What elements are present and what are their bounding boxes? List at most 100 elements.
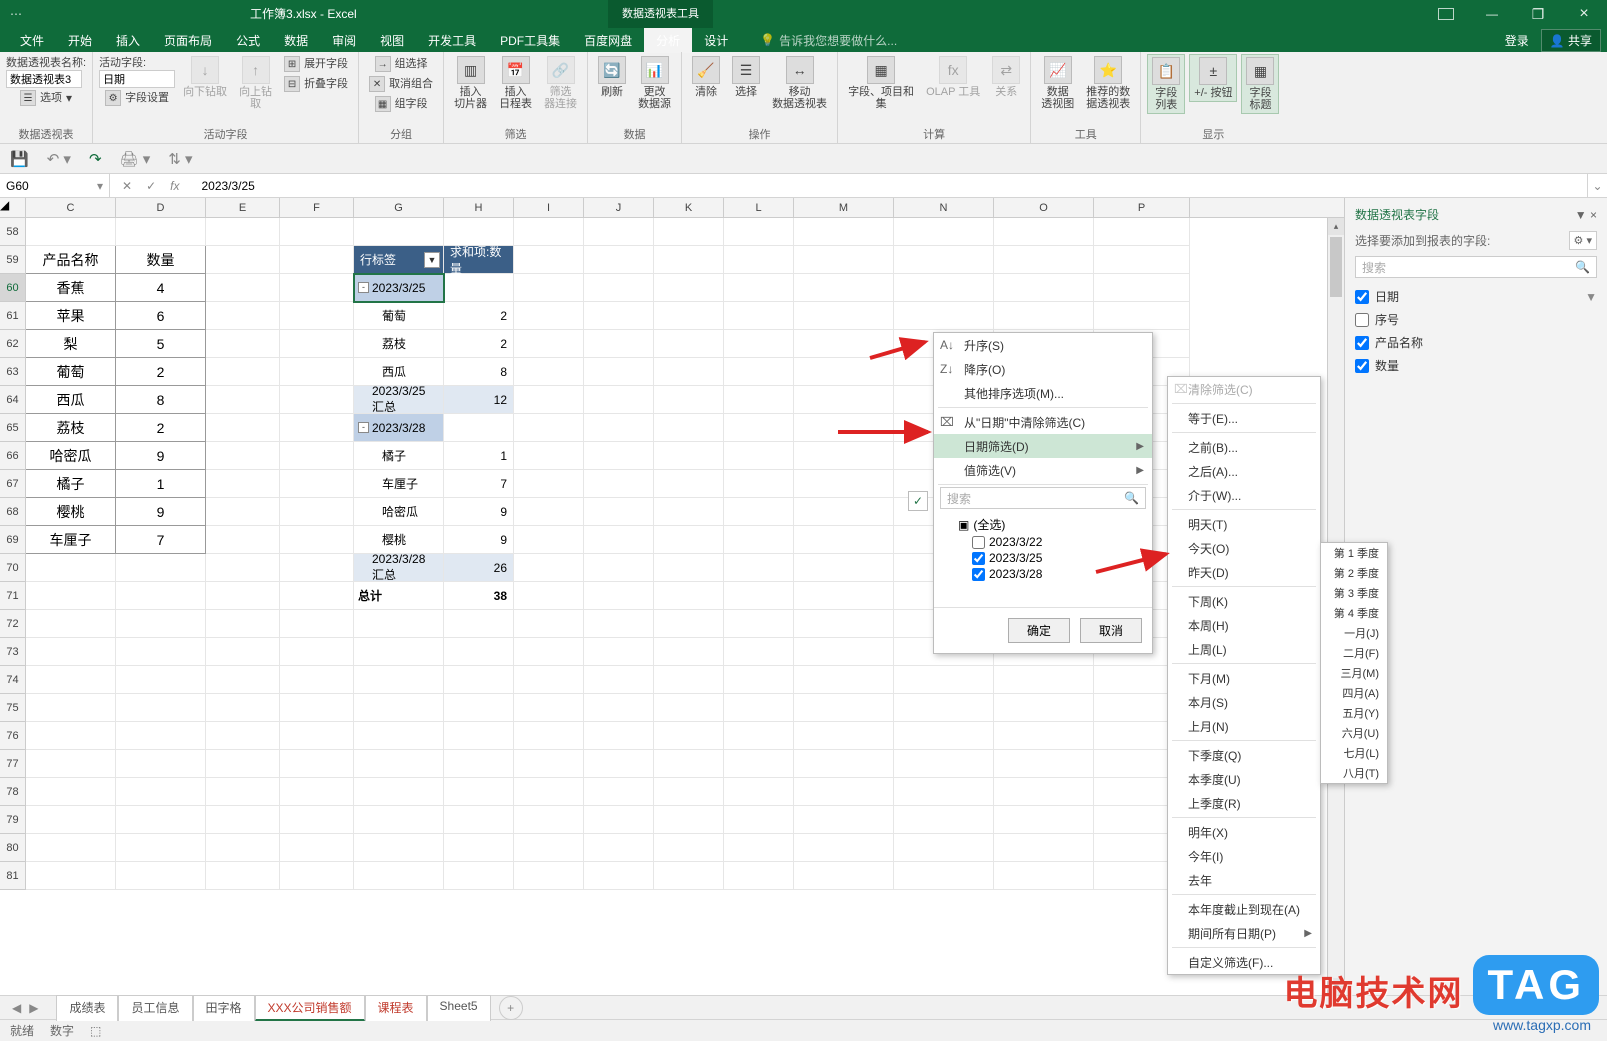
cell[interactable] bbox=[514, 302, 584, 330]
cell[interactable] bbox=[794, 442, 894, 470]
cell[interactable]: 橘子 bbox=[26, 470, 116, 498]
cell[interactable]: 2 bbox=[444, 330, 514, 358]
row-label-filter-icon[interactable]: ▼ bbox=[424, 252, 440, 268]
cell[interactable] bbox=[794, 750, 894, 778]
col-header[interactable]: O bbox=[994, 198, 1094, 217]
cell[interactable] bbox=[654, 694, 724, 722]
period-item[interactable]: 三月(M) bbox=[1321, 663, 1387, 683]
field-checkbox[interactable] bbox=[1355, 359, 1369, 373]
cell[interactable] bbox=[994, 834, 1094, 862]
cell[interactable] bbox=[116, 582, 206, 610]
cell[interactable] bbox=[280, 414, 354, 442]
cell[interactable]: 行标签▼ bbox=[354, 246, 444, 274]
cell[interactable] bbox=[724, 246, 794, 274]
cell[interactable]: 2023/3/28 汇总 bbox=[354, 554, 444, 582]
cell[interactable] bbox=[280, 806, 354, 834]
sheet-tab[interactable]: Sheet5 bbox=[427, 995, 491, 1021]
cell[interactable] bbox=[280, 526, 354, 554]
cell[interactable] bbox=[724, 386, 794, 414]
tab-data[interactable]: 数据 bbox=[272, 28, 320, 53]
cell[interactable] bbox=[994, 666, 1094, 694]
plus-minus-toggle[interactable]: ±+/- 按钮 bbox=[1189, 54, 1237, 102]
active-field-input[interactable] bbox=[99, 70, 175, 88]
cell[interactable] bbox=[514, 582, 584, 610]
pt-name-input[interactable] bbox=[6, 70, 82, 88]
cell[interactable] bbox=[444, 778, 514, 806]
cell[interactable]: 4 bbox=[116, 274, 206, 302]
cell[interactable] bbox=[514, 778, 584, 806]
cell[interactable] bbox=[794, 778, 894, 806]
field-headers-toggle[interactable]: ▦字段 标题 bbox=[1241, 54, 1279, 114]
cell[interactable] bbox=[514, 834, 584, 862]
cell[interactable] bbox=[26, 834, 116, 862]
cell[interactable]: 葡萄 bbox=[354, 302, 444, 330]
cell[interactable] bbox=[206, 750, 280, 778]
period-item[interactable]: 四月(A) bbox=[1321, 683, 1387, 703]
cell[interactable] bbox=[280, 554, 354, 582]
cell[interactable]: 梨 bbox=[26, 330, 116, 358]
cell[interactable] bbox=[584, 246, 654, 274]
period-item[interactable]: 六月(U) bbox=[1321, 723, 1387, 743]
cell[interactable] bbox=[206, 722, 280, 750]
cell[interactable] bbox=[354, 750, 444, 778]
cell[interactable]: 9 bbox=[444, 498, 514, 526]
cell[interactable] bbox=[894, 274, 994, 302]
cell[interactable] bbox=[894, 806, 994, 834]
cell[interactable] bbox=[654, 414, 724, 442]
redo-icon[interactable]: ↷ bbox=[89, 150, 102, 168]
col-header[interactable]: J bbox=[584, 198, 654, 217]
cell[interactable] bbox=[894, 246, 994, 274]
cell[interactable] bbox=[26, 666, 116, 694]
cell[interactable] bbox=[794, 806, 894, 834]
cell[interactable] bbox=[584, 806, 654, 834]
cell[interactable] bbox=[994, 750, 1094, 778]
cell[interactable] bbox=[994, 778, 1094, 806]
cell[interactable] bbox=[514, 274, 584, 302]
cell[interactable]: 12 bbox=[444, 386, 514, 414]
restore-icon[interactable]: ❐ bbox=[1515, 0, 1561, 28]
cell[interactable] bbox=[280, 274, 354, 302]
cell[interactable]: 橘子 bbox=[354, 442, 444, 470]
cell[interactable] bbox=[280, 582, 354, 610]
cell[interactable] bbox=[894, 750, 994, 778]
cell[interactable] bbox=[654, 498, 724, 526]
more-sort-item[interactable]: 其他排序选项(M)... bbox=[934, 381, 1152, 405]
cell[interactable]: 产品名称 bbox=[26, 246, 116, 274]
change-source-button[interactable]: 📊更改 数据源 bbox=[634, 54, 675, 112]
cell[interactable]: 2023/3/25- bbox=[354, 274, 444, 302]
cell[interactable] bbox=[584, 694, 654, 722]
cell[interactable] bbox=[280, 330, 354, 358]
cell[interactable] bbox=[994, 806, 1094, 834]
tab-review[interactable]: 审阅 bbox=[320, 28, 368, 53]
row-header[interactable]: 73 bbox=[0, 638, 26, 666]
cell[interactable]: 1 bbox=[444, 442, 514, 470]
calc-field-button[interactable]: ▦字段、项目和 集 bbox=[844, 54, 918, 112]
cell[interactable] bbox=[280, 218, 354, 246]
cell[interactable] bbox=[724, 694, 794, 722]
cell[interactable] bbox=[794, 302, 894, 330]
cell[interactable] bbox=[206, 274, 280, 302]
cell[interactable] bbox=[654, 302, 724, 330]
cell[interactable] bbox=[654, 722, 724, 750]
cell[interactable] bbox=[26, 610, 116, 638]
sort-asc-item[interactable]: A↓升序(S) bbox=[934, 333, 1152, 357]
cell[interactable] bbox=[354, 666, 444, 694]
col-header[interactable]: N bbox=[894, 198, 994, 217]
cell[interactable] bbox=[280, 638, 354, 666]
save-icon[interactable]: 💾 bbox=[10, 150, 29, 168]
name-box[interactable]: ▾ bbox=[0, 174, 110, 198]
cell[interactable] bbox=[206, 358, 280, 386]
sheet-tab[interactable]: 课程表 bbox=[365, 995, 427, 1021]
cell[interactable] bbox=[514, 414, 584, 442]
cell[interactable] bbox=[444, 414, 514, 442]
field-item[interactable]: 数量 bbox=[1355, 357, 1597, 374]
cell[interactable] bbox=[584, 750, 654, 778]
cell[interactable] bbox=[514, 722, 584, 750]
row-header[interactable]: 74 bbox=[0, 666, 26, 694]
cell[interactable] bbox=[894, 218, 994, 246]
cell[interactable] bbox=[206, 806, 280, 834]
cell[interactable] bbox=[794, 386, 894, 414]
cell[interactable]: 樱桃 bbox=[354, 526, 444, 554]
cell[interactable] bbox=[654, 442, 724, 470]
cell[interactable] bbox=[26, 582, 116, 610]
